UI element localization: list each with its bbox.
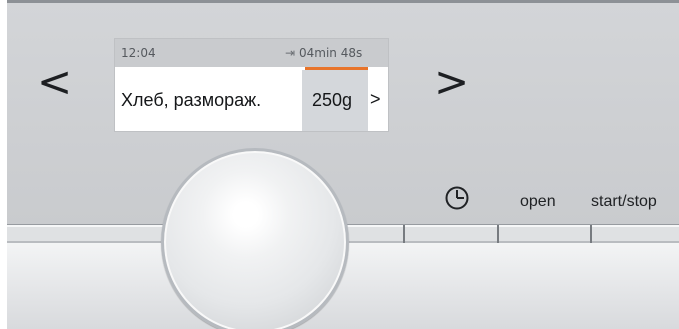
open-button[interactable]: open bbox=[520, 193, 556, 211]
clock-icon bbox=[445, 186, 469, 210]
program-name: Хлеб, размораж. bbox=[121, 90, 262, 110]
appliance-control-panel: < > 12:04 ⇥ 04min 48s Хлеб, размораж. 25… bbox=[7, 0, 679, 329]
clock-button[interactable] bbox=[443, 184, 471, 212]
weight-selector[interactable]: 250g bbox=[302, 70, 368, 131]
start-stop-button[interactable]: start/stop bbox=[591, 193, 657, 211]
weight-value: 250g bbox=[312, 90, 353, 110]
divider bbox=[590, 225, 592, 243]
control-knob[interactable] bbox=[161, 148, 349, 329]
previous-arrow-button[interactable]: < bbox=[37, 61, 72, 103]
divider bbox=[497, 225, 499, 243]
chevron-right-icon[interactable]: > bbox=[370, 89, 381, 110]
timer-remaining-icon: ⇥ bbox=[285, 46, 296, 60]
current-time: 12:04 bbox=[121, 46, 156, 60]
program-display: 12:04 ⇥ 04min 48s Хлеб, размораж. 250g > bbox=[115, 39, 388, 131]
remaining-time: 04min 48s bbox=[299, 46, 363, 60]
next-arrow-button[interactable]: > bbox=[434, 61, 469, 103]
divider bbox=[403, 225, 405, 243]
status-bar: 12:04 ⇥ 04min 48s bbox=[115, 39, 388, 67]
